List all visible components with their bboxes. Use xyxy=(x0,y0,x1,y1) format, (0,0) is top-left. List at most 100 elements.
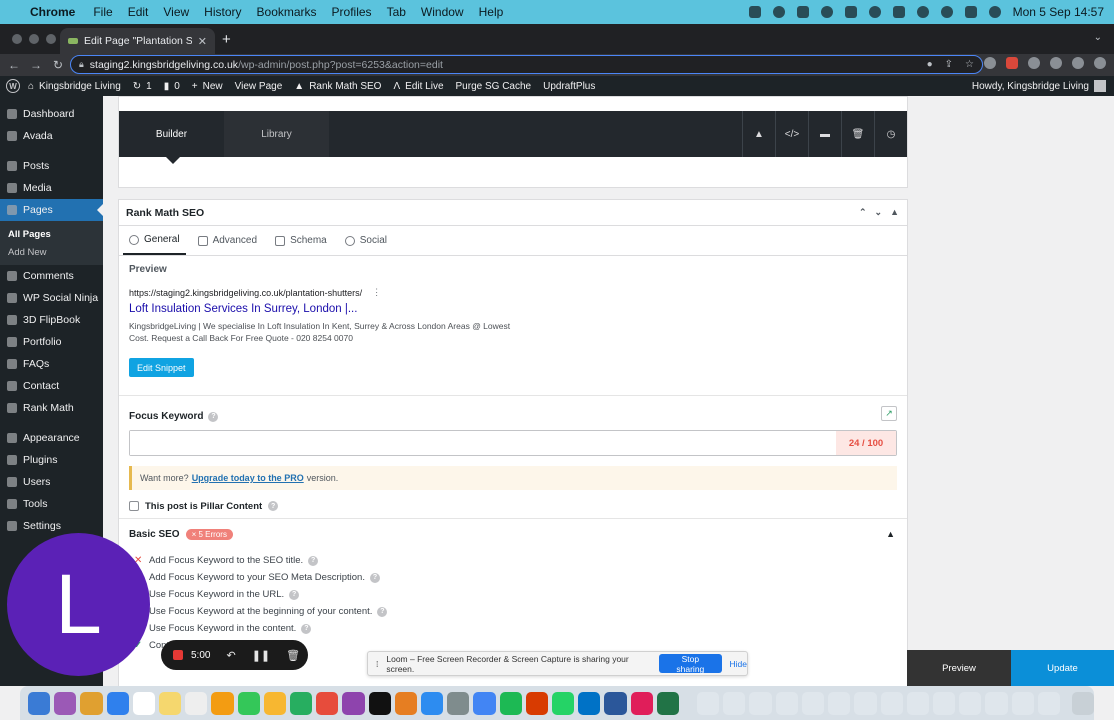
menu-history[interactable]: History xyxy=(204,5,241,19)
slack-icon[interactable] xyxy=(630,691,653,715)
sidebar-icon[interactable] xyxy=(1050,57,1062,69)
spotify-icon[interactable] xyxy=(499,691,522,715)
document-icon[interactable] xyxy=(932,691,956,715)
trash-icon[interactable]: 🗑︎ xyxy=(841,111,874,157)
menu-profiles[interactable]: Profiles xyxy=(332,5,372,19)
sidebar-item-comments[interactable]: Comments xyxy=(0,265,103,287)
menu-view[interactable]: View xyxy=(163,5,189,19)
menu-bookmarks[interactable]: Bookmarks xyxy=(257,5,317,19)
lock-icon[interactable] xyxy=(796,6,809,18)
sidebar-item-avada[interactable]: Avada xyxy=(0,125,103,147)
view-page-link[interactable]: View Page xyxy=(235,81,283,92)
more-menu-icon[interactable] xyxy=(1094,57,1106,69)
siri-icon[interactable] xyxy=(988,6,1001,18)
sidebar-item-appearance[interactable]: Appearance xyxy=(0,427,103,449)
podcasts-icon[interactable] xyxy=(342,691,365,715)
document-icon[interactable] xyxy=(828,691,851,715)
back-icon[interactable]: ← xyxy=(4,58,24,72)
sidebar-item-faqs[interactable]: FAQs xyxy=(0,353,103,375)
sidebar-item-dashboard[interactable]: Dashboard xyxy=(0,103,103,125)
sidebar-item-wp-social-ninja[interactable]: WP Social Ninja xyxy=(0,287,103,309)
cloud-icon[interactable] xyxy=(772,6,785,18)
document-icon[interactable] xyxy=(697,691,720,715)
collapse-icon[interactable]: ▲ xyxy=(742,111,775,157)
new-tab-icon[interactable]: + xyxy=(222,31,231,48)
trash-icon[interactable] xyxy=(1071,691,1095,715)
menu-file[interactable]: File xyxy=(93,5,112,19)
updraftplus-link[interactable]: UpdraftPlus xyxy=(543,81,595,92)
document-icon[interactable] xyxy=(749,691,772,715)
document-icon[interactable] xyxy=(1037,691,1060,715)
sidebar-item-users[interactable]: Users xyxy=(0,471,103,493)
help-icon[interactable]: ? xyxy=(301,623,312,634)
whatsapp-icon[interactable] xyxy=(552,691,575,715)
clock[interactable]: Mon 5 Sep 14:57 xyxy=(1013,5,1104,19)
help-icon[interactable]: ? xyxy=(208,411,219,422)
edit-live-link[interactable]: Λ Edit Live xyxy=(393,81,443,92)
launchpad-icon[interactable] xyxy=(80,691,103,715)
document-icon[interactable] xyxy=(959,691,982,715)
photos-icon[interactable] xyxy=(211,691,234,715)
help-icon[interactable]: ? xyxy=(377,606,388,617)
restart-icon[interactable]: ↶ xyxy=(226,649,235,662)
help-icon[interactable]: ? xyxy=(268,501,279,511)
share-icon[interactable]: ⇪ xyxy=(945,59,953,70)
numbers-icon[interactable] xyxy=(290,691,313,715)
close-window-icon[interactable] xyxy=(12,34,22,44)
menu-window[interactable]: Window xyxy=(421,5,464,19)
toggle-panel-icon[interactable]: ▲ xyxy=(890,207,899,218)
hide-button[interactable]: Hide xyxy=(730,659,747,669)
sidebar-item-posts[interactable]: Posts xyxy=(0,155,103,177)
app-store-icon[interactable] xyxy=(421,691,444,715)
loom-camera-bubble[interactable]: L xyxy=(7,533,150,676)
extension-icon[interactable] xyxy=(1006,57,1018,69)
document-icon[interactable] xyxy=(775,691,798,715)
powerpoint-icon[interactable] xyxy=(525,691,549,715)
music-icon[interactable] xyxy=(316,691,339,715)
play-icon[interactable] xyxy=(868,6,881,18)
extension-icon[interactable] xyxy=(984,57,996,69)
document-icon[interactable] xyxy=(1011,691,1034,715)
tab-social[interactable]: Social xyxy=(339,226,393,255)
wifi-icon[interactable] xyxy=(916,6,929,18)
sidebar-item-rank-math[interactable]: Rank Math xyxy=(0,397,103,419)
move-up-icon[interactable]: ⌃ xyxy=(859,207,867,218)
sidebar-item-portfolio[interactable]: Portfolio xyxy=(0,331,103,353)
calendar-icon[interactable] xyxy=(132,691,156,715)
chrome-icon[interactable] xyxy=(473,691,496,715)
history-icon[interactable]: ◷ xyxy=(874,111,907,157)
tab-general[interactable]: General xyxy=(123,226,186,255)
pause-icon[interactable]: ❚❚ xyxy=(252,649,270,662)
battery-icon[interactable] xyxy=(892,6,905,18)
update-button[interactable]: Update xyxy=(1011,650,1114,686)
puzzle-icon[interactable] xyxy=(1028,57,1040,69)
control-center-icon[interactable] xyxy=(964,6,977,18)
sidebar-item-tools[interactable]: Tools xyxy=(0,493,103,515)
preview-button[interactable]: Preview xyxy=(907,650,1011,686)
document-icon[interactable] xyxy=(985,691,1008,715)
books-icon[interactable] xyxy=(394,691,418,715)
outlook-icon[interactable] xyxy=(578,691,601,715)
edit-snippet-button[interactable]: Edit Snippet xyxy=(129,358,194,377)
microphone-icon[interactable] xyxy=(748,6,761,18)
tab-library[interactable]: Library xyxy=(224,111,329,157)
save-template-icon[interactable]: ▬ xyxy=(808,111,841,157)
browser-tab[interactable]: Edit Page "Plantation Shutters ✕ xyxy=(60,28,215,54)
sidebar-item-pages[interactable]: Pages xyxy=(0,199,103,221)
minimize-window-icon[interactable] xyxy=(29,34,39,44)
mail-icon[interactable] xyxy=(106,691,129,715)
menu-help[interactable]: Help xyxy=(479,5,504,19)
document-icon[interactable] xyxy=(723,691,746,715)
code-icon[interactable]: </> xyxy=(775,111,808,157)
system-preferences-icon[interactable] xyxy=(447,691,470,715)
rank-math-link[interactable]: ▲ Rank Math SEO xyxy=(294,81,381,92)
tab-search-icon[interactable]: ⌄ xyxy=(1094,32,1102,43)
reminders-icon[interactable] xyxy=(185,691,208,715)
submenu-all-pages[interactable]: All Pages xyxy=(0,225,103,243)
sidebar-item-3d-flipbook[interactable]: 3D FlipBook xyxy=(0,309,103,331)
menu-tab[interactable]: Tab xyxy=(387,5,406,19)
wordpress-logo-icon[interactable]: W xyxy=(6,79,20,93)
search-icon[interactable] xyxy=(940,6,953,18)
bookmark-star-icon[interactable]: ☆ xyxy=(965,59,974,70)
document-icon[interactable] xyxy=(880,691,903,715)
